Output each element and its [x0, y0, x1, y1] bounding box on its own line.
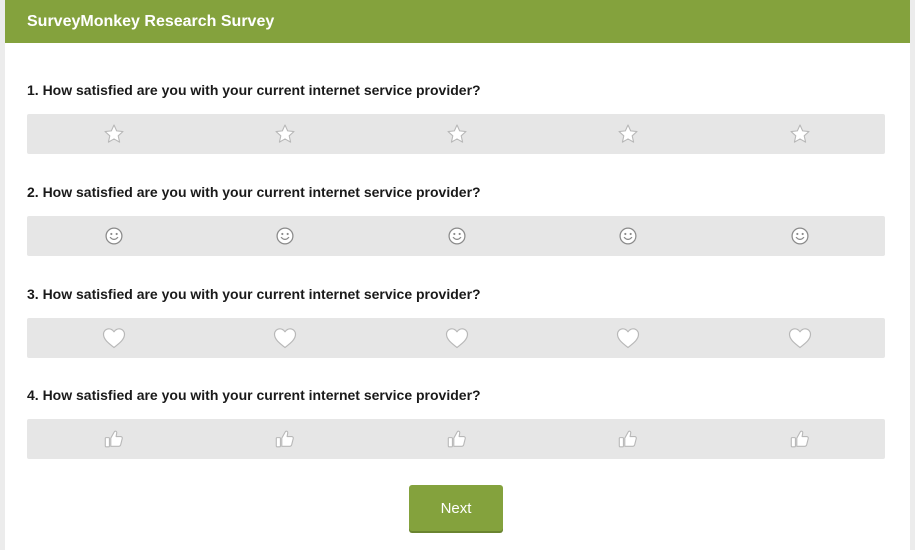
thumbs-up-icon — [274, 428, 296, 450]
rating-option-1[interactable] — [94, 318, 134, 358]
star-icon — [789, 123, 811, 145]
rating-option-3[interactable] — [437, 216, 477, 256]
smiley-icon — [618, 226, 638, 246]
smiley-icon — [790, 226, 810, 246]
rating-scale — [27, 318, 885, 358]
smiley-icon — [275, 226, 295, 246]
thumbs-up-icon — [446, 428, 468, 450]
survey-header: SurveyMonkey Research Survey — [5, 0, 910, 43]
rating-option-4[interactable] — [608, 318, 648, 358]
next-button[interactable]: Next — [409, 485, 503, 531]
rating-scale — [27, 114, 885, 154]
rating-option-5[interactable] — [780, 419, 820, 459]
rating-option-2[interactable] — [265, 114, 305, 154]
heart-icon — [102, 327, 126, 349]
rating-option-5[interactable] — [780, 216, 820, 256]
rating-option-3[interactable] — [437, 318, 477, 358]
survey-title: SurveyMonkey Research Survey — [27, 12, 275, 30]
rating-option-4[interactable] — [608, 114, 648, 154]
thumbs-up-icon — [617, 428, 639, 450]
rating-option-1[interactable] — [94, 114, 134, 154]
question-label: 3. How satisfied are you with your curre… — [27, 286, 481, 302]
rating-option-5[interactable] — [780, 114, 820, 154]
question-4: 4. How satisfied are you with your curre… — [27, 386, 885, 459]
rating-option-3[interactable] — [437, 419, 477, 459]
question-3: 3. How satisfied are you with your curre… — [27, 285, 885, 358]
rating-option-1[interactable] — [94, 419, 134, 459]
question-label: 4. How satisfied are you with your curre… — [27, 387, 481, 403]
star-icon — [446, 123, 468, 145]
rating-option-4[interactable] — [608, 216, 648, 256]
star-icon — [617, 123, 639, 145]
rating-scale — [27, 216, 885, 256]
star-icon — [274, 123, 296, 145]
thumbs-up-icon — [789, 428, 811, 450]
rating-scale — [27, 419, 885, 459]
rating-option-2[interactable] — [265, 318, 305, 358]
heart-icon — [788, 327, 812, 349]
rating-option-1[interactable] — [94, 216, 134, 256]
smiley-icon — [447, 226, 467, 246]
rating-option-2[interactable] — [265, 419, 305, 459]
survey-page: SurveyMonkey Research Survey 1. How sati… — [5, 0, 910, 550]
question-1: 1. How satisfied are you with your curre… — [27, 81, 885, 154]
question-label: 1. How satisfied are you with your curre… — [27, 82, 481, 98]
rating-option-4[interactable] — [608, 419, 648, 459]
heart-icon — [616, 327, 640, 349]
rating-option-5[interactable] — [780, 318, 820, 358]
question-label: 2. How satisfied are you with your curre… — [27, 184, 481, 200]
heart-icon — [445, 327, 469, 349]
rating-option-2[interactable] — [265, 216, 305, 256]
question-2: 2. How satisfied are you with your curre… — [27, 183, 885, 256]
smiley-icon — [104, 226, 124, 246]
star-icon — [103, 123, 125, 145]
heart-icon — [273, 327, 297, 349]
rating-option-3[interactable] — [437, 114, 477, 154]
thumbs-up-icon — [103, 428, 125, 450]
